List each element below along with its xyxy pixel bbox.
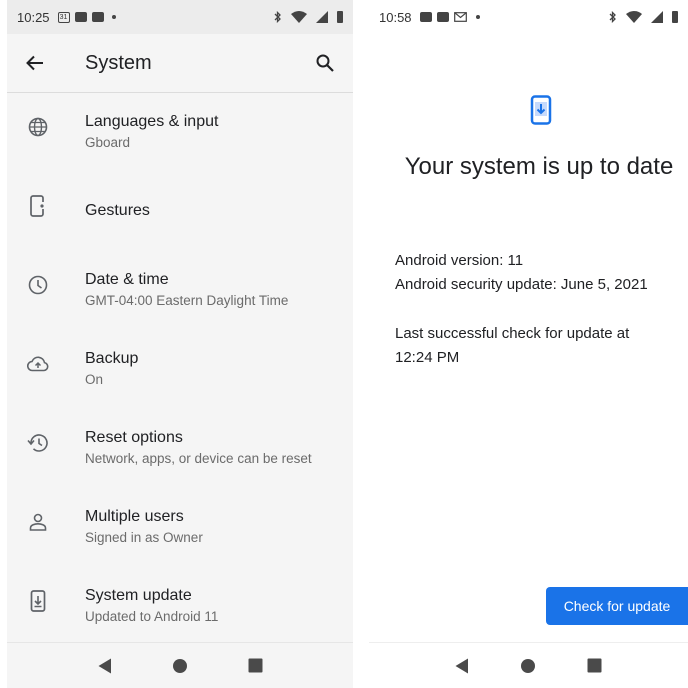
settings-item-subtitle: On [85,372,104,387]
settings-item-subtitle: Updated to Android 11 [85,609,219,624]
battery-icon [672,11,678,23]
back-button[interactable] [23,51,47,75]
settings-item-subtitle: GMT-04:00 Eastern Daylight Time [85,293,289,308]
last-check-time: 12:24 PM [395,349,460,366]
settings-system-screen: 10:25 31 System Languages & input Gboard… [7,0,353,688]
bluetooth-icon [609,11,616,23]
status-time: 10:25 [17,9,50,25]
system-update-icon [26,589,50,613]
signal-icon [316,11,328,23]
nav-home-button[interactable] [516,654,540,678]
last-check-text: Last successful check for update at [395,325,630,342]
settings-item-title: Gestures [85,202,150,219]
wifi-icon [291,11,307,23]
settings-item-title: Backup [85,350,139,367]
app-bar: System [7,34,353,92]
square-recents-icon [248,658,263,673]
facebook-icon [91,12,104,22]
triangle-back-icon [455,658,469,673]
status-bar: 10:58 [369,0,688,34]
wifi-icon [626,11,642,23]
gestures-phone-icon [26,194,50,218]
clock-icon [26,273,50,297]
settings-item-date-time[interactable]: Date & time GMT-04:00 Eastern Daylight T… [7,251,353,330]
settings-item-title: Reset options [85,429,183,446]
settings-item-title: Date & time [85,271,169,288]
settings-list: Languages & input Gboard Gestures Date &… [7,93,353,646]
nav-recents-button[interactable] [243,654,267,678]
bluetooth-icon [274,11,281,23]
nav-back-button[interactable] [450,654,474,678]
person-icon [26,510,50,534]
signal-icon [651,11,663,23]
settings-item-gestures[interactable]: Gestures [7,172,353,251]
square-recents-icon [587,658,602,673]
circle-home-icon [172,658,187,673]
settings-item-languages[interactable]: Languages & input Gboard [7,93,353,172]
settings-item-system-update[interactable]: System update Updated to Android 11 [7,567,353,646]
status-bar: 10:25 31 [7,0,353,34]
system-update-icon [530,95,552,125]
settings-item-subtitle: Gboard [85,135,131,150]
settings-item-title: Multiple users [85,508,184,525]
facebook-icon [436,12,449,22]
android-version: Android version: 11 [395,252,524,269]
settings-item-title: Languages & input [85,113,219,130]
more-notifications-icon [111,15,116,19]
search-button[interactable] [313,51,337,75]
nav-recents-button[interactable] [583,654,607,678]
check-for-update-button[interactable]: Check for update [546,587,688,625]
settings-item-subtitle: Signed in as Owner [85,530,203,545]
settings-item-backup[interactable]: Backup On [7,330,353,409]
nav-home-button[interactable] [168,654,192,678]
arrow-back-icon [26,55,43,71]
youtube-icon [74,12,87,22]
settings-item-reset[interactable]: Reset options Network, apps, or device c… [7,409,353,488]
status-time: 10:58 [379,9,412,25]
system-update-screen: 10:58 Your system is up to date Android … [369,0,688,688]
calendar-icon: 31 [57,11,70,23]
triangle-back-icon [98,658,111,673]
settings-item-subtitle: Network, apps, or device can be reset [85,451,312,466]
update-status-title: Your system is up to date [404,153,674,180]
youtube-icon [419,12,432,22]
page-title: System [85,51,152,74]
cloud-upload-icon [26,352,50,376]
gmail-icon [454,12,468,23]
settings-item-users[interactable]: Multiple users Signed in as Owner [7,488,353,567]
security-update: Android security update: June 5, 2021 [395,276,648,293]
search-icon [316,54,334,72]
circle-home-icon [521,658,536,673]
navigation-bar [7,642,353,688]
navigation-bar [369,642,688,688]
globe-icon [26,115,50,139]
history-icon [26,431,50,455]
battery-icon [337,11,343,23]
more-notifications-icon [475,15,480,19]
settings-item-title: System update [85,587,192,604]
nav-back-button[interactable] [93,654,117,678]
